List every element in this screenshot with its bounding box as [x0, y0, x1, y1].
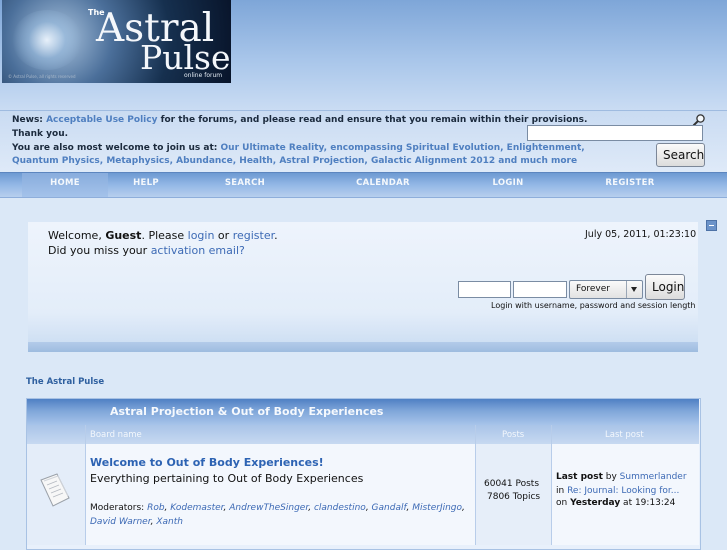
current-date: July 05, 2011, 01:23:10 [585, 229, 697, 240]
on-text: on [556, 498, 571, 508]
guest-name: Guest [105, 229, 142, 242]
activation-email-link[interactable]: activation email? [151, 244, 245, 257]
news-text: for the forums, and please read and ensu… [157, 115, 588, 125]
session-length-select[interactable]: Forever [569, 280, 643, 299]
username-field[interactable] [458, 281, 511, 298]
col-last-post: Last post [605, 430, 644, 440]
search-button[interactable]: Search [656, 143, 705, 167]
nav-calendar[interactable]: CALENDAR [348, 173, 418, 197]
nav-search[interactable]: SEARCH [214, 173, 276, 197]
col-divider [85, 425, 86, 545]
login-hint: Login with username, password and sessio… [491, 301, 696, 310]
missed-text: Did you miss your [48, 244, 151, 257]
board-moderators: Moderators: Rob, Kodemaster, AndrewTheSi… [90, 503, 465, 527]
news-line-2: Thank you. [12, 129, 69, 139]
last-post-label: Last post [556, 472, 603, 482]
col-posts: Posts [502, 430, 525, 440]
news-line-1: News: Acceptable Use Policy for the foru… [12, 115, 587, 125]
nav-home[interactable]: HOME [22, 173, 108, 197]
activation-line: Did you miss your activation email? [48, 244, 245, 257]
nav-login[interactable]: LOGIN [482, 173, 534, 197]
moderator-link[interactable]: Gandalf [372, 503, 407, 513]
last-post-line-1: Last post by Summerlander [556, 472, 687, 482]
col-board-name: Board name [90, 430, 142, 440]
moderator-link[interactable]: David Warner [90, 517, 151, 527]
chevron-down-icon [626, 281, 642, 298]
moderator-link[interactable]: Rob [147, 503, 164, 513]
our-ultimate-reality-link-2[interactable]: Quantum Physics, Metaphysics, Abundance,… [12, 156, 577, 166]
logo-credit: © Astral Pulse, all rights reserved [8, 74, 76, 79]
board-no-new-posts-icon [40, 473, 70, 507]
breadcrumb[interactable]: The Astral Pulse [26, 377, 104, 387]
nav-help[interactable]: HELP [118, 173, 174, 197]
board-topics-count: 7806 Topics [487, 492, 541, 502]
or-text: or [214, 229, 233, 242]
nav-register[interactable]: REGISTER [596, 173, 664, 197]
site-logo[interactable]: The Astral Pulse online forum © Astral P… [2, 0, 231, 83]
welcome-line: Welcome, Guest. Please login or register… [48, 229, 278, 242]
last-post-line-3: on Yesterday at 19:13:24 [556, 498, 675, 508]
news-label: News: [12, 115, 43, 125]
main-nav: HOME HELP SEARCH CALENDAR LOGIN REGISTER [0, 172, 727, 198]
moderator-link[interactable]: Xanth [156, 517, 183, 527]
password-field[interactable] [513, 281, 567, 298]
last-post-time: at 19:13:24 [620, 498, 676, 508]
login-link[interactable]: login [188, 229, 215, 242]
welcome-text: Welcome, [48, 229, 106, 242]
category-title[interactable]: Astral Projection & Out of Body Experien… [110, 405, 383, 418]
last-post-user-link[interactable]: Summerlander [620, 472, 687, 482]
board-description: Everything pertaining to Out of Body Exp… [90, 472, 364, 485]
session-value: Forever [576, 284, 610, 294]
panel-base [28, 342, 698, 352]
news-band: News: Acceptable Use Policy for the foru… [0, 110, 727, 173]
news-line-3: You are also most welcome to join us at:… [12, 143, 585, 153]
last-post-line-2: in Re: Journal: Looking for... [556, 486, 679, 496]
moderator-link[interactable]: AndrewTheSinger [229, 503, 308, 513]
aup-link[interactable]: Acceptable Use Policy [46, 115, 157, 125]
collapse-icon[interactable] [706, 220, 717, 231]
logo-tagline: online forum [184, 72, 223, 79]
moderator-link[interactable]: Kodemaster [170, 503, 223, 513]
last-post-day: Yesterday [570, 498, 621, 508]
board-posts-count: 60041 Posts [484, 479, 540, 489]
last-post-topic-link[interactable]: Re: Journal: Looking for... [567, 486, 679, 496]
by-text: by [602, 472, 620, 482]
moderator-link[interactable]: MisterJingo [412, 503, 462, 513]
logo-figure [12, 10, 82, 70]
board-title-link[interactable]: Welcome to Out of Body Experiences! [90, 456, 324, 469]
register-link[interactable]: register [233, 229, 274, 242]
in-text: in [556, 486, 568, 496]
moderator-link[interactable]: clandestino [314, 503, 366, 513]
dot-text: . [274, 229, 278, 242]
join-text: You are also most welcome to join us at: [12, 143, 221, 153]
moderators-label: Moderators: [90, 503, 148, 513]
col-divider [475, 425, 476, 545]
login-button[interactable]: Login [645, 274, 685, 300]
our-ultimate-reality-link[interactable]: Our Ultimate Reality, encompassing Spiri… [221, 143, 585, 153]
please-text: . Please [141, 229, 188, 242]
search-input[interactable] [527, 125, 703, 141]
col-divider [551, 425, 552, 545]
news-line-4: Quantum Physics, Metaphysics, Abundance,… [12, 156, 577, 166]
